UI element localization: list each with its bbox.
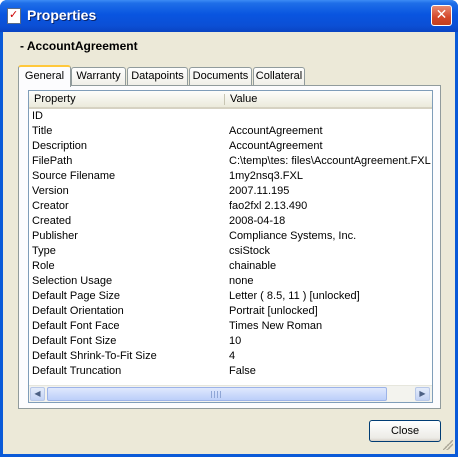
grip-icon	[211, 391, 221, 398]
scroll-thumb[interactable]	[47, 387, 387, 401]
table-row[interactable]: Default Font Size 10	[29, 334, 432, 349]
property-value: Compliance Systems, Inc.	[229, 230, 357, 242]
property-value: Letter ( 8.5, 11 ) [unlocked]	[229, 290, 360, 302]
table-row[interactable]: Description AccountAgreement	[29, 139, 432, 154]
property-value: False	[229, 365, 256, 377]
title-bar[interactable]: Properties ✕	[0, 0, 458, 32]
property-name: Default Orientation	[32, 305, 124, 317]
tab-datapoints[interactable]: Datapoints	[127, 67, 188, 85]
property-name: Creator	[32, 200, 69, 212]
tab-collateral[interactable]: Collateral	[253, 67, 305, 85]
table-row[interactable]: Default Page Size Letter ( 8.5, 11 ) [unl…	[29, 289, 432, 304]
property-name: Role	[32, 260, 55, 272]
property-name: Source Filename	[32, 170, 116, 182]
property-name: Selection Usage	[32, 275, 113, 287]
property-value: csiStock	[229, 245, 270, 257]
column-divider[interactable]	[224, 94, 225, 105]
table-row[interactable]: Publisher Compliance Systems, Inc.	[29, 229, 432, 244]
scroll-right-button[interactable]: ▶	[415, 387, 430, 401]
property-grid[interactable]: Property Value ID Title AccountAgreement De…	[28, 90, 433, 403]
property-name: FilePath	[32, 155, 73, 167]
column-header-property[interactable]: Property	[34, 93, 76, 105]
property-name: Title	[32, 125, 53, 137]
property-name: Default Page Size	[32, 290, 121, 302]
property-value: fao2fxl 2.13.490	[229, 200, 308, 212]
property-value: Portrait [unlocked]	[229, 305, 318, 317]
table-row[interactable]: Default Orientation Portrait [unlocked]	[29, 304, 432, 319]
table-row[interactable]: Title AccountAgreement	[29, 124, 432, 139]
property-value: 2007.11.195	[229, 185, 290, 197]
property-value: 4	[229, 350, 236, 362]
horizontal-scrollbar[interactable]: ◀ ▶	[29, 385, 432, 402]
property-value: 1my2nsq3.FXL	[229, 170, 303, 182]
property-name: ID	[32, 110, 43, 122]
window-title: Properties	[27, 7, 97, 23]
property-name: Created	[32, 215, 72, 227]
table-row[interactable]: Default Shrink-To-Fit Size 4	[29, 349, 432, 364]
property-name: Version	[32, 185, 69, 197]
table-row[interactable]: Version 2007.11.195	[29, 184, 432, 199]
column-header-value[interactable]: Value	[230, 93, 257, 105]
table-row[interactable]: Creator fao2fxl 2.13.490	[29, 199, 432, 214]
table-row[interactable]: Default Truncation False	[29, 364, 432, 379]
grid-header: Property Value	[29, 91, 432, 109]
tab-warranty[interactable]: Warranty	[71, 67, 126, 85]
table-row[interactable]: Created 2008-04-18	[29, 214, 432, 229]
table-row[interactable]: ID	[29, 109, 432, 124]
property-value: none	[229, 275, 254, 287]
property-value: C:\temp\tes: files\AccountAgreement.FXL	[229, 155, 431, 167]
close-window-button[interactable]: ✕	[431, 5, 452, 26]
property-value: AccountAgreement	[229, 140, 323, 152]
property-name: Default Shrink-To-Fit Size	[32, 350, 157, 362]
table-row[interactable]: Default Font Face Times New Roman	[29, 319, 432, 334]
table-row[interactable]: Selection Usage none	[29, 274, 432, 289]
property-value: 10	[229, 335, 242, 347]
dialog-client-area: - AccountAgreement General Warranty Data…	[3, 32, 455, 454]
tab-documents[interactable]: Documents	[189, 67, 252, 85]
property-value: 2008-04-18	[229, 215, 286, 227]
scroll-left-button[interactable]: ◀	[30, 387, 45, 401]
arrow-left-icon: ◀	[34, 389, 41, 398]
property-name: Publisher	[32, 230, 78, 242]
close-button[interactable]: Close	[369, 420, 441, 442]
property-name: Default Font Face	[32, 320, 120, 332]
property-name: Default Truncation	[32, 365, 122, 377]
table-row[interactable]: FilePath C:\temp\tes: files\AccountAgreem…	[29, 154, 432, 169]
tab-panel-general: Property Value ID Title AccountAgreement De…	[18, 85, 441, 409]
table-row[interactable]: Source Filename 1my2nsq3.FXL	[29, 169, 432, 184]
document-heading: - AccountAgreement	[20, 39, 138, 53]
arrow-right-icon: ▶	[419, 389, 426, 398]
properties-window: Properties ✕ - AccountAgreement General …	[0, 0, 458, 457]
table-row[interactable]: Type csiStock	[29, 244, 432, 259]
tab-general[interactable]: General	[18, 65, 71, 87]
table-row[interactable]: Role chainable	[29, 259, 432, 274]
property-value: AccountAgreement	[229, 125, 323, 137]
properties-check-icon	[7, 8, 21, 24]
close-x-icon: ✕	[435, 7, 448, 23]
property-value: Times New Roman	[229, 320, 323, 332]
resize-grip-icon[interactable]	[443, 440, 453, 450]
property-name: Type	[32, 245, 56, 257]
property-value: chainable	[229, 260, 277, 272]
property-name: Description	[32, 140, 88, 152]
property-name: Default Font Size	[32, 335, 117, 347]
